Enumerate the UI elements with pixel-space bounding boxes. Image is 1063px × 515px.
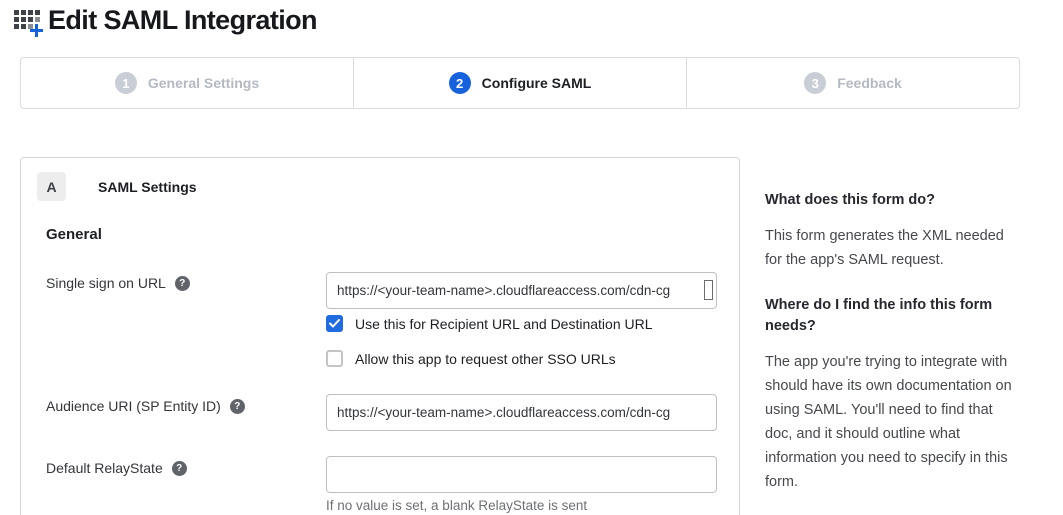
sidebar-paragraph: The app you're trying to integrate with … [765, 350, 1017, 494]
step-number-badge: 1 [115, 72, 137, 94]
audience-uri-label: Audience URI (SP Entity ID) ? [46, 398, 245, 414]
checkbox-unchecked-icon[interactable] [326, 350, 343, 367]
help-icon[interactable]: ? [172, 461, 187, 476]
wizard-step-general-settings[interactable]: 1 General Settings [21, 58, 353, 108]
help-icon[interactable]: ? [230, 399, 245, 414]
step-label: General Settings [148, 75, 259, 91]
checkbox-checked-icon[interactable] [326, 315, 343, 332]
section-badge: A [37, 172, 66, 201]
section-title: SAML Settings [98, 179, 197, 195]
relay-state-input-wrap [326, 456, 717, 493]
page-header: Edit SAML Integration [14, 5, 317, 36]
sso-url-input-wrap [326, 272, 717, 309]
wizard-step-feedback[interactable]: 3 Feedback [686, 58, 1019, 108]
checkbox-label: Allow this app to request other SSO URLs [355, 351, 616, 367]
audience-uri-input-wrap [326, 394, 717, 431]
sso-url-input[interactable] [326, 272, 717, 309]
relay-state-label: Default RelayState ? [46, 460, 187, 476]
recipient-url-checkbox-row[interactable]: Use this for Recipient URL and Destinati… [326, 315, 653, 332]
relay-state-input[interactable] [326, 456, 717, 493]
step-label: Configure SAML [482, 75, 592, 91]
relay-state-hint: If no value is set, a blank RelayState i… [326, 498, 587, 513]
step-wizard: 1 General Settings 2 Configure SAML 3 Fe… [20, 57, 1020, 109]
step-number-badge: 2 [449, 72, 471, 94]
page-title: Edit SAML Integration [48, 5, 317, 36]
help-icon[interactable]: ? [175, 276, 190, 291]
sidebar-paragraph: This form generates the XML needed for t… [765, 224, 1017, 272]
help-sidebar: What does this form do? This form genera… [765, 190, 1017, 515]
checkbox-label: Use this for Recipient URL and Destinati… [355, 316, 653, 332]
step-number-badge: 3 [804, 72, 826, 94]
wizard-step-configure-saml[interactable]: 2 Configure SAML [353, 58, 686, 108]
sso-url-label: Single sign on URL ? [46, 275, 190, 291]
sidebar-heading: Where do I find the info this form needs… [765, 295, 1017, 337]
grid-plus-icon [14, 7, 44, 35]
sidebar-heading: What does this form do? [765, 190, 1017, 211]
step-label: Feedback [837, 75, 902, 91]
other-sso-checkbox-row[interactable]: Allow this app to request other SSO URLs [326, 350, 616, 367]
group-title-general: General [46, 226, 102, 243]
saml-settings-panel: A SAML Settings General Single sign on U… [20, 157, 740, 515]
section-header: A SAML Settings [37, 172, 197, 201]
audience-uri-input[interactable] [326, 394, 717, 431]
